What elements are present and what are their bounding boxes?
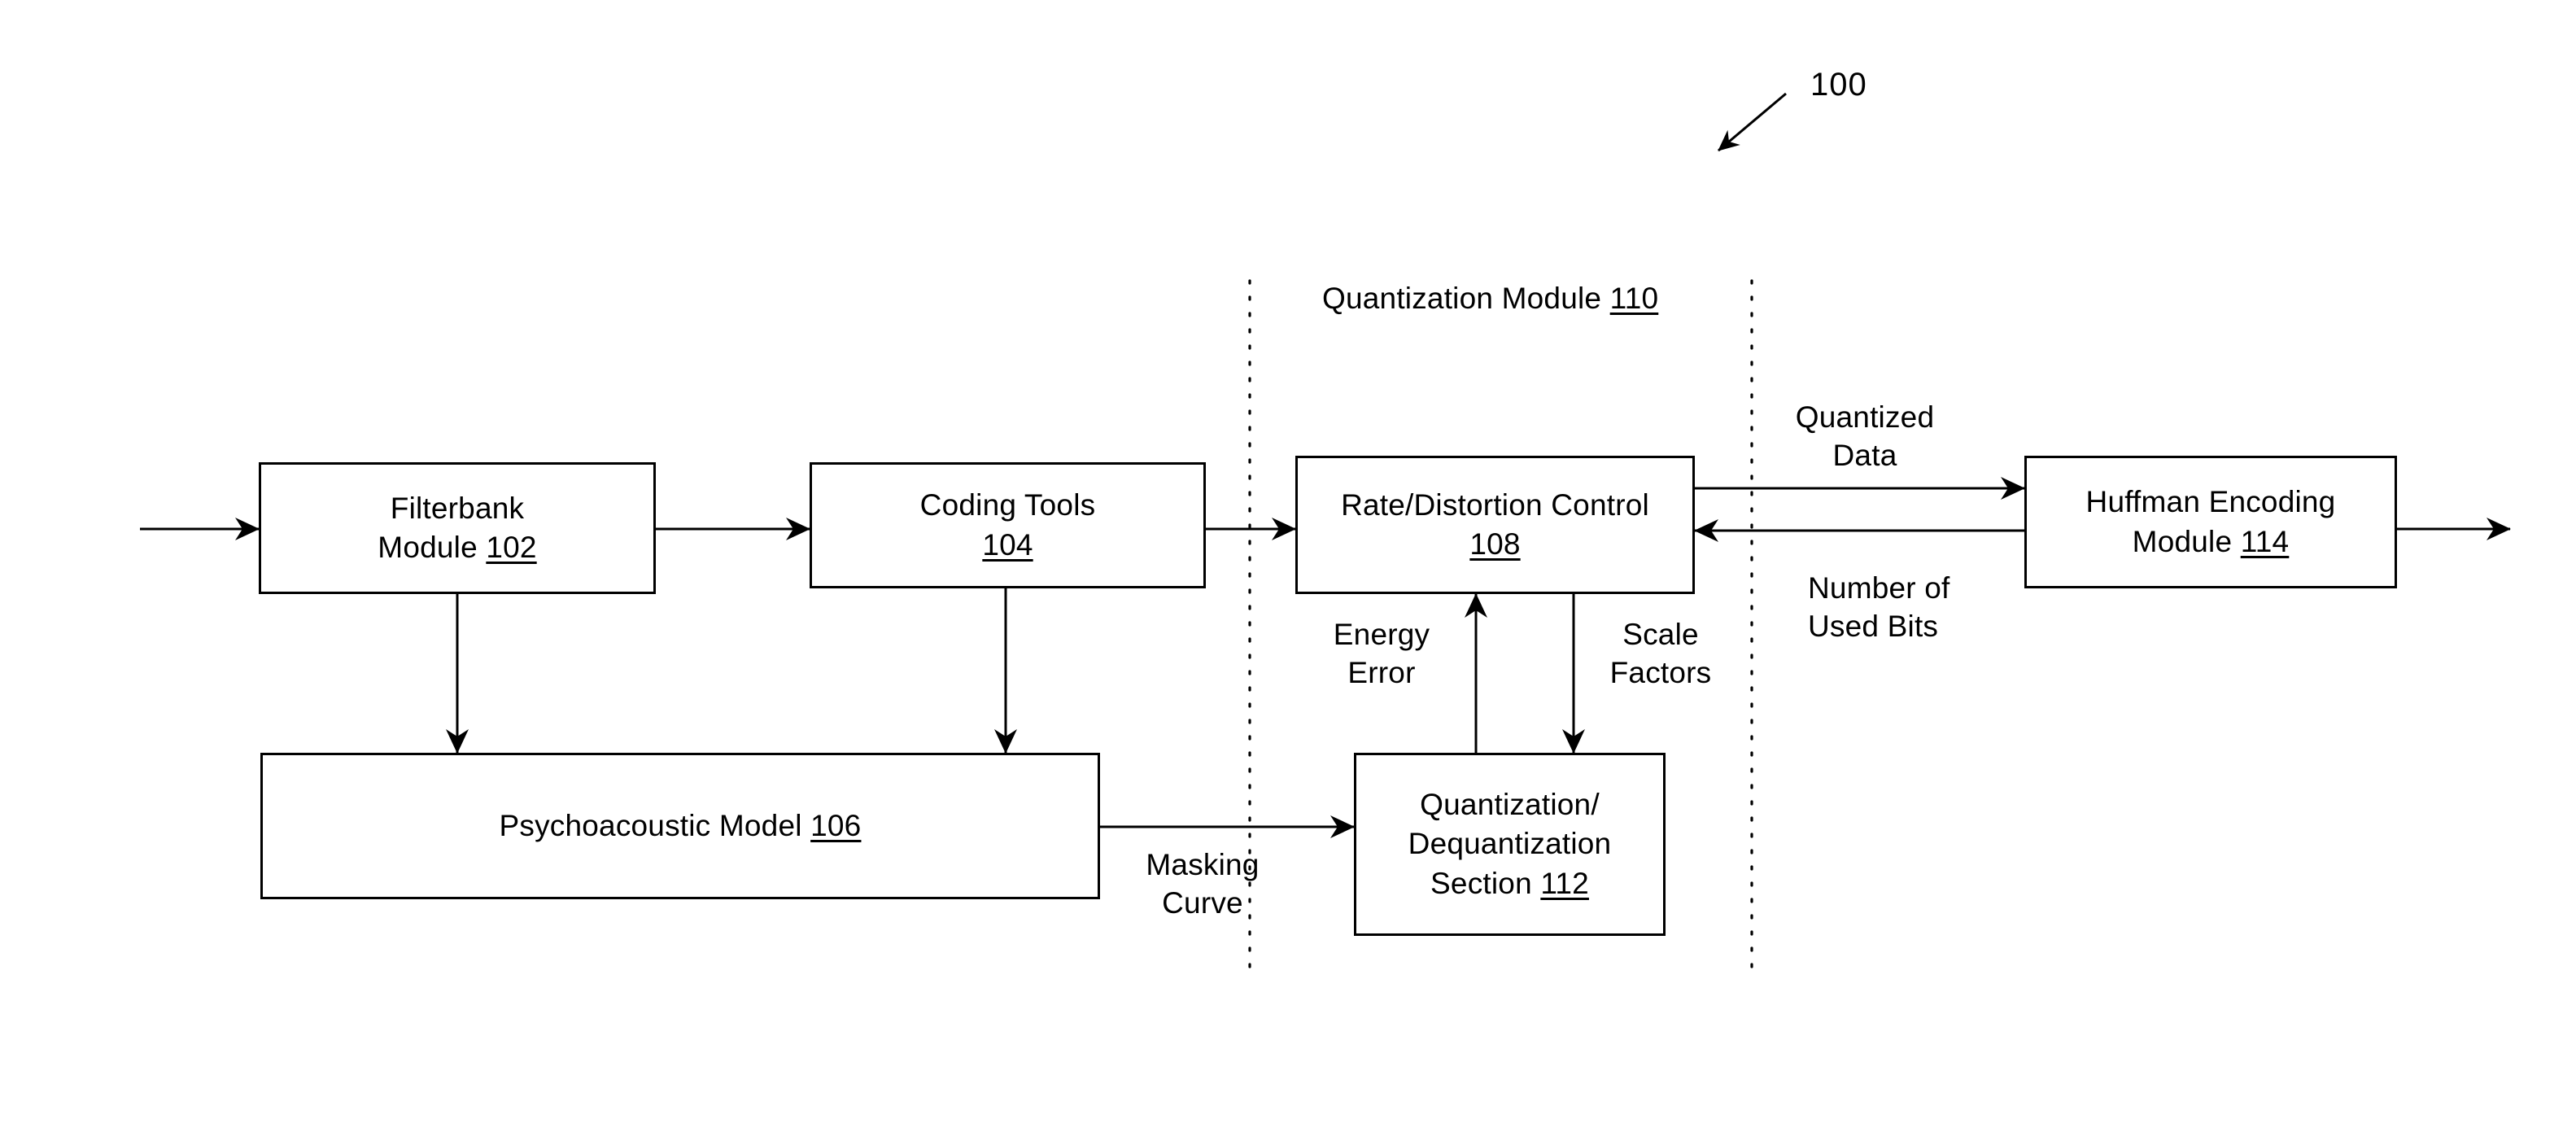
group-label-text: Quantization Module (1322, 282, 1610, 315)
rate-distortion-title: Rate/Distortion Control (1341, 487, 1649, 522)
huffman-title: Huffman Encoding (2085, 485, 2336, 519)
masking-curve-line1: Masking (1146, 848, 1260, 881)
figure-reference-numeral: 100 (1810, 67, 1867, 103)
quant-dequant-line3: Section 112 (1430, 866, 1589, 900)
psychoacoustic-title: Psychoacoustic Model 106 (499, 808, 862, 842)
quantized-data-line2: Data (1832, 438, 1897, 472)
filterbank-title: Filterbank (390, 491, 525, 525)
edge-label-energy-error: Energy Error (1308, 616, 1455, 692)
coding-tools-title: Coding Tools (919, 488, 1096, 522)
patent-figure-canvas: 100 Quantization Module 110 Filterbank M… (0, 0, 2576, 1132)
edge-label-number-of-used-bits: Number of Used Bits (1808, 570, 2019, 645)
huffman-reference: 114 (2240, 524, 2290, 558)
quant-dequant-line2: Dequantization (1408, 827, 1612, 861)
used-bits-line2: Used Bits (1808, 609, 1939, 643)
scale-factors-line2: Factors (1609, 655, 1712, 689)
edge-label-scale-factors: Scale Factors (1583, 616, 1738, 692)
coding-tools-reference: 104 (982, 527, 1033, 562)
block-quantization-dequantization-section[interactable]: Quantization/ Dequantization Section 112 (1354, 753, 1666, 936)
block-huffman-encoding-module[interactable]: Huffman Encoding Module 114 (2024, 456, 2397, 588)
figure-leader-arrow (1718, 92, 1787, 152)
edge-label-quantized-data: Quantized Data (1775, 399, 1954, 474)
used-bits-line1: Number of (1808, 571, 1950, 605)
coding-tools-subtitle: 104 (982, 526, 1033, 565)
group-label-reference: 110 (1609, 282, 1659, 315)
rate-distortion-subtitle: 108 (1469, 525, 1520, 564)
quant-dequant-line1: Quantization/ (1420, 788, 1600, 822)
block-filterbank-module[interactable]: Filterbank Module 102 (259, 462, 656, 594)
edge-label-masking-curve: Masking Curve (1121, 846, 1284, 922)
rate-distortion-reference: 108 (1469, 527, 1521, 561)
scale-factors-line1: Scale (1622, 618, 1699, 651)
block-rate-distortion-control[interactable]: Rate/Distortion Control 108 (1295, 456, 1695, 594)
energy-error-line1: Energy (1333, 618, 1430, 651)
quantization-module-group-label: Quantization Module 110 (1322, 280, 1658, 318)
block-psychoacoustic-model[interactable]: Psychoacoustic Model 106 (260, 753, 1100, 899)
masking-curve-line2: Curve (1162, 885, 1243, 920)
quant-dequant-reference: 112 (1540, 866, 1589, 900)
huffman-subtitle: Module 114 (2132, 524, 2290, 558)
quantized-data-line1: Quantized (1795, 400, 1935, 434)
energy-error-line2: Error (1347, 655, 1416, 689)
filterbank-reference: 102 (486, 531, 537, 564)
block-coding-tools[interactable]: Coding Tools 104 (810, 462, 1206, 588)
filterbank-subtitle: Module 102 (378, 531, 537, 564)
psychoacoustic-reference: 106 (810, 808, 862, 842)
